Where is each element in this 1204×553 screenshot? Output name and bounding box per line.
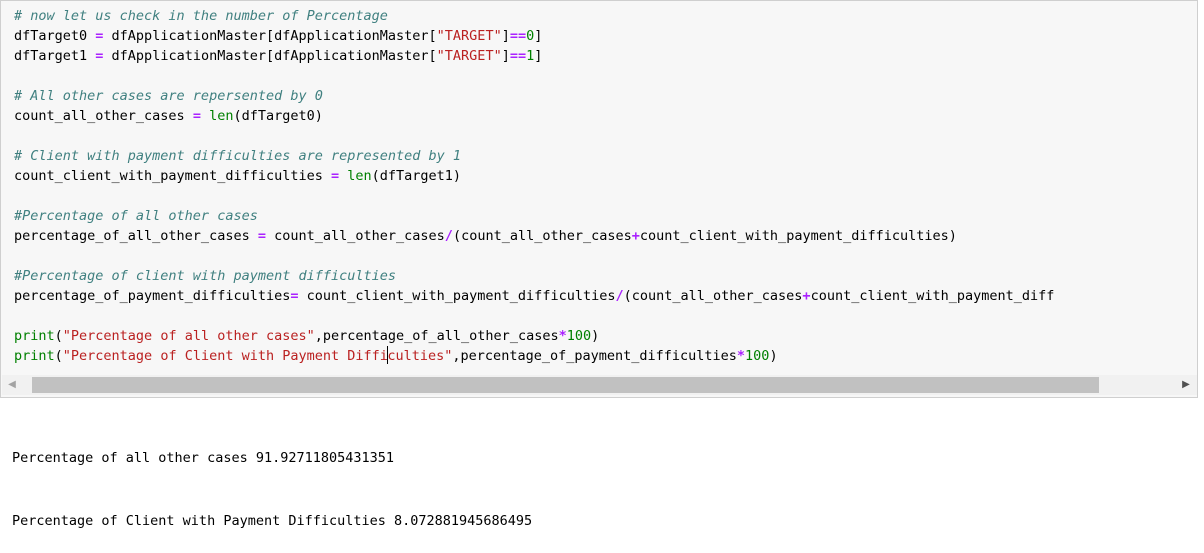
code-token: (dfTarget0) <box>233 108 323 124</box>
code-token: count_client_with_payment_difficulties <box>14 168 331 184</box>
code-token: ] <box>534 28 543 44</box>
code-token: + <box>802 288 811 304</box>
code-token: percentage_of_all_other_cases <box>14 228 258 244</box>
code-token: # now let us check in the number of Perc… <box>14 8 388 24</box>
code-line: print("Percentage of Client with Payment… <box>14 346 1054 366</box>
code-token: (count_all_other_cases <box>452 228 632 244</box>
scroll-right-arrow-icon[interactable]: ▶ <box>1180 379 1192 391</box>
code-token: ] <box>534 48 543 64</box>
code-token: 100 <box>745 348 770 364</box>
code-token: count_all_other_cases <box>14 108 193 124</box>
code-line: # now let us check in the number of Perc… <box>14 6 1054 26</box>
code-token: * <box>558 328 567 344</box>
code-token: culties" <box>387 348 453 364</box>
output-line: Percentage of all other cases 91.9271180… <box>12 450 395 466</box>
code-token: = <box>330 168 340 184</box>
code-line: count_all_other_cases = len(dfTarget0) <box>14 106 1054 126</box>
code-token: = <box>192 108 201 124</box>
code-token: * <box>736 348 746 364</box>
code-line: percentage_of_payment_difficulties= coun… <box>14 286 1054 306</box>
horizontal-scrollbar[interactable]: ◀ ▶ <box>2 375 1197 395</box>
code-token: ( <box>54 328 63 344</box>
code-token: / <box>444 228 453 244</box>
output-line: Percentage of Client with Payment Diffic… <box>12 513 533 529</box>
code-token: dfTarget0 <box>14 28 96 44</box>
code-token: # All other cases are repersented by 0 <box>14 88 323 104</box>
code-token: = <box>257 228 266 244</box>
code-token: len <box>209 108 234 124</box>
code-line: # Client with payment difficulties are r… <box>14 146 1054 166</box>
code-token: count_client_with_payment_difficulties) <box>639 228 957 244</box>
code-token: ) <box>769 348 778 364</box>
code-line: #Percentage of client with payment diffi… <box>14 266 1054 286</box>
code-token: count_all_other_cases <box>265 228 445 244</box>
code-editor[interactable]: # now let us check in the number of Perc… <box>14 6 1054 366</box>
code-token: "TARGET" <box>436 28 502 44</box>
code-token: / <box>615 288 624 304</box>
code-line: # All other cases are repersented by 0 <box>14 86 1054 106</box>
code-token: # Client with payment difficulties are r… <box>14 148 462 164</box>
code-token: "Percentage of Client with Payment Diffi <box>62 348 388 364</box>
code-token: ( <box>54 348 63 364</box>
code-token: percentage_of_payment_difficulties <box>14 288 291 304</box>
code-token: ,percentage_of_all_other_cases <box>314 328 559 344</box>
code-token: print <box>14 348 55 364</box>
code-token: ) <box>591 328 600 344</box>
code-token: #Percentage of all other cases <box>14 208 258 224</box>
cell-output: Percentage of all other cases 91.9271180… <box>12 406 532 553</box>
code-line: dfTarget0 = dfApplicationMaster[dfApplic… <box>14 26 1054 46</box>
scrollbar-thumb[interactable] <box>32 377 1099 393</box>
code-token: == <box>509 48 527 64</box>
code-token: (count_all_other_cases <box>623 288 803 304</box>
code-token: len <box>347 168 372 184</box>
code-token: "TARGET" <box>436 48 502 64</box>
code-token: ] <box>501 28 510 44</box>
code-token: count_client_with_payment_diff <box>810 288 1055 304</box>
code-token: "Percentage of all other cases" <box>62 328 315 344</box>
code-line: print("Percentage of all other cases",pe… <box>14 326 1054 346</box>
code-token: 100 <box>566 328 592 344</box>
code-token: #Percentage of client with payment diffi… <box>14 268 397 284</box>
code-line: dfTarget1 = dfApplicationMaster[dfApplic… <box>14 46 1054 66</box>
code-token: print <box>14 328 55 344</box>
code-line: percentage_of_all_other_cases = count_al… <box>14 226 1054 246</box>
code-line: count_client_with_payment_difficulties =… <box>14 166 1054 186</box>
scroll-left-arrow-icon[interactable]: ◀ <box>6 379 18 391</box>
code-cell[interactable]: # now let us check in the number of Perc… <box>0 0 1198 398</box>
code-token: dfApplicationMaster[dfApplicationMaster[ <box>103 48 437 64</box>
code-token: count_client_with_payment_difficulties <box>298 288 616 304</box>
code-token: (dfTarget1) <box>371 168 462 184</box>
code-token: ] <box>501 48 510 64</box>
code-token: dfTarget1 <box>14 48 96 64</box>
code-token: ,percentage_of_payment_difficulties <box>452 348 737 364</box>
code-token: dfApplicationMaster[dfApplicationMaster[ <box>103 28 437 44</box>
code-token: == <box>509 28 527 44</box>
code-token: + <box>631 228 640 244</box>
code-line: #Percentage of all other cases <box>14 206 1054 226</box>
